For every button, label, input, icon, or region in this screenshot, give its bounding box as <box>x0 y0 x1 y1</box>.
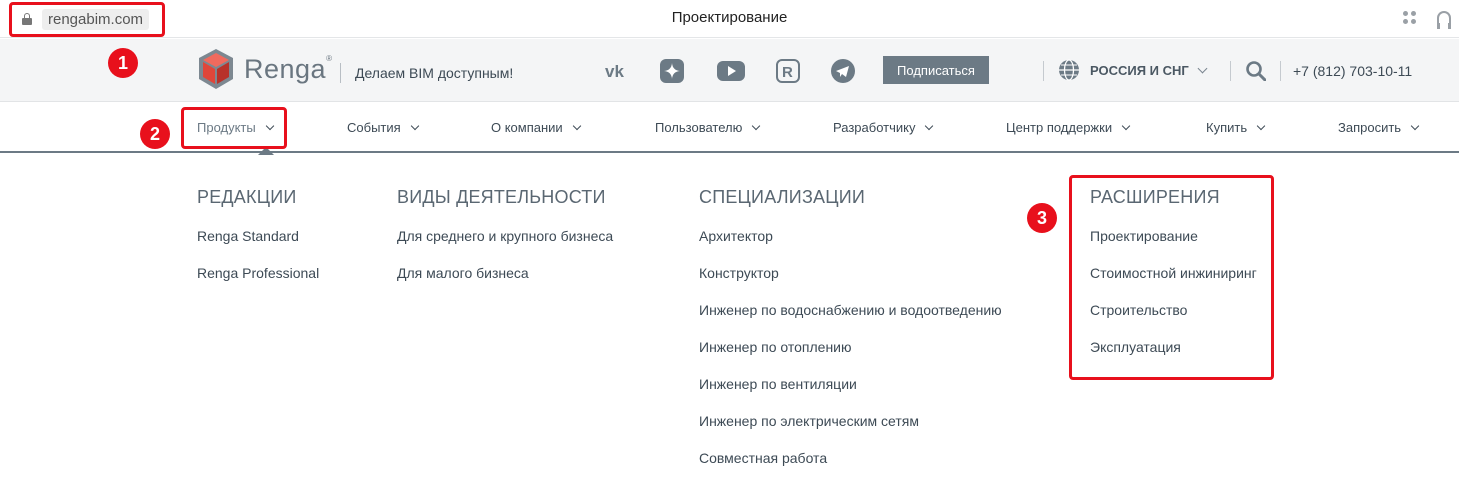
chevron-down-icon <box>752 121 761 130</box>
rutube-icon[interactable]: R <box>774 58 802 84</box>
dropdown-heading-activities: ВИДЫ ДЕЯТЕЛЬНОСТИ <box>397 187 606 207</box>
dropdown-link[interactable]: Инженер по водоснабжению и водоотведению <box>699 302 1002 318</box>
nav-item-buy[interactable]: Купить <box>1206 120 1266 135</box>
youtube-icon[interactable] <box>717 58 745 84</box>
registered-mark: ® <box>326 53 333 63</box>
nav-item-support[interactable]: Центр поддержки <box>1006 120 1131 135</box>
annotation-badge: 3 <box>1027 203 1057 233</box>
chevron-down-icon <box>1197 63 1208 73</box>
svg-text:vk: vk <box>605 62 624 80</box>
dropdown-link[interactable]: Для среднего и крупного бизнеса <box>397 228 613 244</box>
dropdown-link[interactable]: Конструктор <box>699 265 779 281</box>
browser-bar: rengabim.com Проектирование <box>0 0 1459 38</box>
chevron-down-icon <box>410 121 419 130</box>
phone-number[interactable]: +7 (812) 703-10-11 <box>1293 63 1412 79</box>
divider <box>1230 61 1231 81</box>
nav-item-users[interactable]: Пользователю <box>655 120 761 135</box>
nav-item-events[interactable]: События <box>347 120 419 135</box>
dropdown-link[interactable]: Инженер по отоплению <box>699 339 852 355</box>
chevron-down-icon <box>925 121 934 130</box>
nav-item-about[interactable]: О компании <box>491 120 581 135</box>
region-selector[interactable]: РОССИЯ И СНГ <box>1058 59 1208 81</box>
subscribe-button[interactable]: Подписаться <box>883 56 989 84</box>
region-label: РОССИЯ И СНГ <box>1090 62 1189 78</box>
dropdown-heading-editions: РЕДАКЦИИ <box>197 187 297 207</box>
divider <box>1043 61 1044 81</box>
telegram-icon[interactable] <box>829 58 857 84</box>
dropdown-link[interactable]: Renga Professional <box>197 265 319 281</box>
renga-cube-icon <box>199 49 233 89</box>
divider <box>1280 61 1281 81</box>
slogan: Делаем BIM доступным! <box>340 63 513 83</box>
chevron-down-icon <box>1121 121 1131 130</box>
chevron-down-icon <box>1410 121 1420 130</box>
svg-text:R: R <box>782 64 793 81</box>
annotation-badge: 2 <box>140 119 170 149</box>
dropdown-link[interactable]: Совместная работа <box>699 450 827 466</box>
annotation-box-products <box>181 107 287 149</box>
dropdown-link[interactable]: Renga Standard <box>197 228 299 244</box>
annotation-badge: 1 <box>108 48 138 78</box>
dropdown-heading-specializations: СПЕЦИАЛИЗАЦИИ <box>699 187 866 207</box>
chevron-down-icon <box>1256 121 1266 130</box>
tabs-icon[interactable] <box>1403 11 1417 25</box>
logo-text: Renga <box>244 53 327 84</box>
dzen-icon[interactable] <box>658 58 686 84</box>
search-icon[interactable] <box>1246 61 1266 81</box>
renga-logo[interactable]: Renga® <box>196 47 332 91</box>
site-header: Renga® Делаем BIM доступным! vk R Подпис… <box>0 39 1459 102</box>
nav-item-request[interactable]: Запросить <box>1338 120 1420 135</box>
nav-item-developers[interactable]: Разработчику <box>833 120 934 135</box>
globe-icon <box>1059 59 1079 81</box>
dropdown-link[interactable]: Инженер по вентиляции <box>699 376 857 392</box>
vk-icon[interactable]: vk <box>605 58 633 84</box>
headset-icon[interactable] <box>1437 11 1451 29</box>
dropdown-link[interactable]: Архитектор <box>699 228 773 244</box>
annotation-box-extensions <box>1069 175 1274 380</box>
chevron-down-icon <box>572 121 581 130</box>
annotation-box-url <box>9 2 165 37</box>
dropdown-link[interactable]: Для малого бизнеса <box>397 265 529 281</box>
dropdown-link[interactable]: Инженер по электрическим сетям <box>699 413 919 429</box>
browser-page-title: Проектирование <box>671 9 788 26</box>
